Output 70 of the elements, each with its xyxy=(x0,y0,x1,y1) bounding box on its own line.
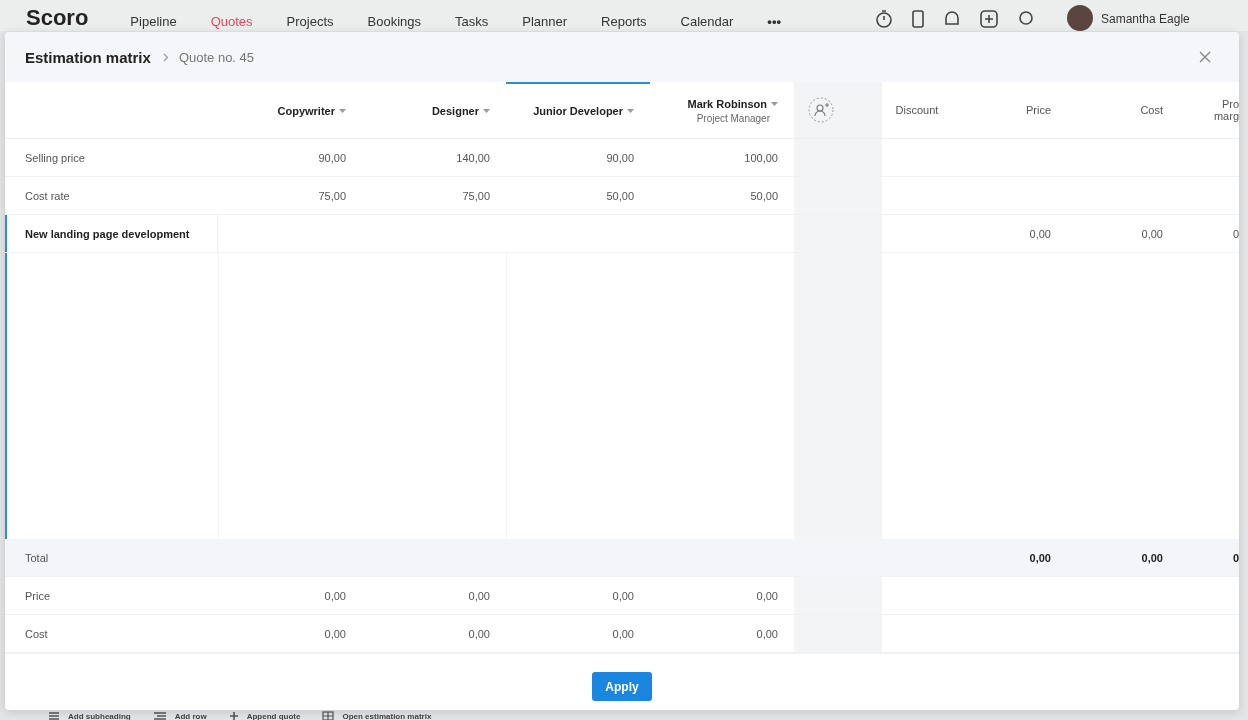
total-cell-text: 0 xyxy=(1231,550,1239,566)
role-column-tab[interactable]: Copywriter xyxy=(218,82,362,138)
row-label: Total xyxy=(24,550,50,566)
column-header: Cost xyxy=(1139,103,1164,118)
table-cell-text: 0,00 xyxy=(1028,226,1052,242)
row-label: Selling price xyxy=(24,150,86,166)
add-person-icon[interactable] xyxy=(808,97,834,123)
table-cell-text: 0 xyxy=(1231,226,1239,242)
more-button[interactable]: ••• xyxy=(767,13,781,31)
table-cell-text: 0,00 xyxy=(755,626,779,642)
table-cell-text: 75,00 xyxy=(317,188,347,204)
task-name: New landing page development xyxy=(5,215,218,252)
table-cell-text: 0,00 xyxy=(323,626,347,642)
role-column-tab[interactable]: Mark Robinson Project Manager xyxy=(650,82,794,138)
breadcrumb-link[interactable]: Quote no. 45 xyxy=(178,49,255,65)
nav-link[interactable]: Projects xyxy=(286,13,334,31)
nav-link[interactable]: Quotes xyxy=(210,13,253,31)
table-cell-text: 0,00 xyxy=(1140,226,1164,242)
caret-icon[interactable] xyxy=(483,108,490,114)
toolbar-button[interactable]: Open estimation matrix xyxy=(322,711,432,720)
row-label: Cost xyxy=(24,626,49,642)
toolbar-button[interactable]: Add subheading xyxy=(48,711,131,720)
apply-button[interactable]: Apply xyxy=(592,672,652,701)
table-cell-text: 50,00 xyxy=(605,188,635,204)
stopwatch-icon[interactable] xyxy=(875,9,893,29)
task-group[interactable]: New landing page development 0,00 0,00 0 xyxy=(5,215,1239,539)
phone-icon[interactable] xyxy=(911,9,925,29)
table-cell-text: 90,00 xyxy=(317,150,347,166)
table-cell-text: 0,00 xyxy=(467,626,491,642)
row-label: Price xyxy=(24,588,52,604)
caret-icon[interactable] xyxy=(771,101,778,107)
role-column-tab[interactable]: Junior Developer xyxy=(506,82,650,138)
table-cell-text: 0,00 xyxy=(323,588,347,604)
chevron-icon xyxy=(162,52,169,62)
toolbar-button[interactable]: Append quote xyxy=(228,711,301,720)
nav-link[interactable]: Bookings xyxy=(367,13,421,31)
total-cell-text: 0,00 xyxy=(1028,550,1052,566)
caret-icon[interactable] xyxy=(627,108,634,114)
table-cell-text: 0,00 xyxy=(755,588,779,604)
nav-link[interactable]: Tasks xyxy=(455,13,489,31)
table-cell-text: 50,00 xyxy=(749,188,779,204)
total-cell-text: 0,00 xyxy=(1140,550,1164,566)
dialog-title: Estimation matrix xyxy=(25,48,151,66)
nav-link[interactable]: Reports xyxy=(601,13,647,31)
column-header: Discount xyxy=(894,103,940,118)
grid-icon xyxy=(322,711,335,720)
logo[interactable]: Scoro xyxy=(26,5,89,31)
table-cell-text: 75,00 xyxy=(461,188,491,204)
indented-lines-icon xyxy=(152,711,167,720)
role-column-tab[interactable]: Designer xyxy=(362,82,506,138)
user-name[interactable]: Samantha Eagle xyxy=(1101,12,1190,26)
table-cell-text: 0,00 xyxy=(611,626,635,642)
nav-link[interactable]: Calendar xyxy=(680,13,734,31)
table-cell-text: 90,00 xyxy=(605,150,635,166)
lines-icon xyxy=(48,711,60,720)
avatar[interactable] xyxy=(1067,5,1093,31)
close-button[interactable] xyxy=(1197,49,1213,65)
nav-link[interactable]: Pipeline xyxy=(130,13,177,31)
caret-icon[interactable] xyxy=(339,108,346,114)
column-header: Price xyxy=(1024,103,1052,118)
nav-link[interactable]: Planner xyxy=(522,13,568,31)
table-cell-text: 100,00 xyxy=(743,150,779,166)
toolbar-button[interactable]: Add row xyxy=(152,711,207,720)
table-cell-text: 140,00 xyxy=(455,150,491,166)
plus-icon xyxy=(228,711,239,720)
column-header: Pro marg xyxy=(1212,97,1239,124)
row-label: Cost rate xyxy=(24,188,71,204)
table-cell-text: 0,00 xyxy=(467,588,491,604)
add-icon[interactable] xyxy=(979,9,999,29)
table-cell-text: 0,00 xyxy=(611,588,635,604)
